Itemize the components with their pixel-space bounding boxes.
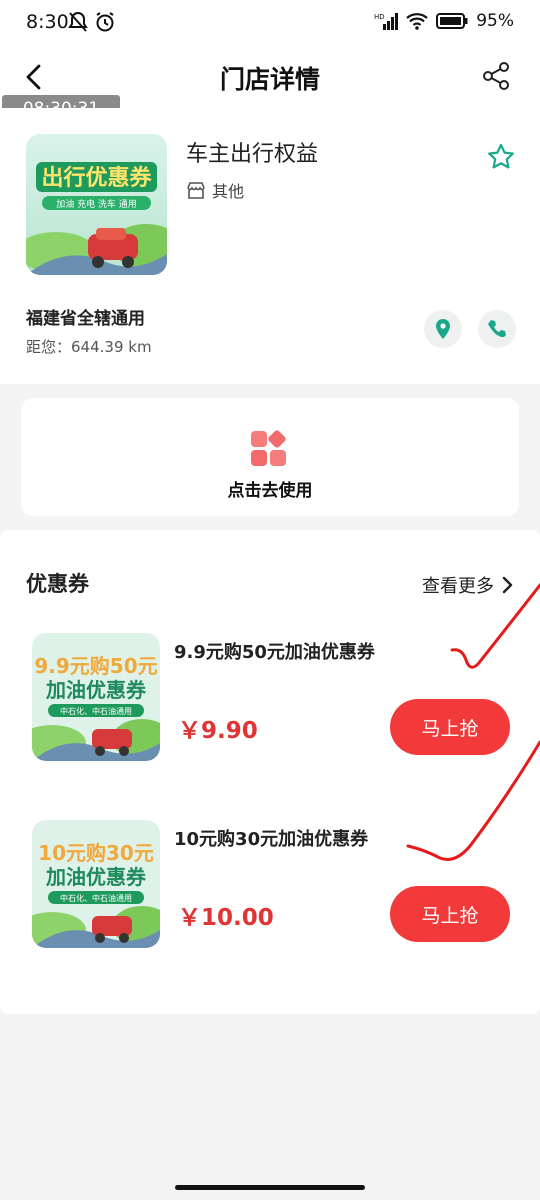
coupon-image-tag: 中石化、中石油通用 [60, 706, 132, 716]
apps-grid-icon [251, 430, 286, 466]
coupon-image-line1: 10元购30元 [38, 841, 154, 865]
use-now-card[interactable]: 点击去使用 [21, 398, 519, 516]
phone-icon [488, 320, 506, 338]
status-time: 8:30 [26, 11, 69, 33]
star-icon[interactable] [486, 142, 516, 172]
home-indicator[interactable] [175, 1185, 365, 1190]
store-icon [187, 182, 205, 199]
status-bar: 8:30 HD 95% [0, 0, 540, 46]
store-name: 车主出行权益 [186, 142, 319, 167]
coupon-image-line2: 加油优惠券 [45, 678, 147, 702]
chevron-right-icon [502, 576, 513, 594]
call-button[interactable] [478, 310, 516, 348]
coupon-image: 9.9元购50元 加油优惠券 中石化、中石油通用 [32, 633, 160, 761]
coupon-title: 9.9元购50元加油优惠券 [174, 642, 375, 663]
store-distance: 距您：644.39 km [26, 338, 152, 356]
coupon-item: 9.9元购50元 加油优惠券 中石化、中石油通用 9.9元购50元加油优惠券 ￥… [0, 633, 540, 773]
bell-muted-icon [68, 11, 88, 32]
view-more-label: 查看更多 [422, 576, 494, 597]
wifi-icon [406, 13, 428, 30]
page-title: 门店详情 [219, 65, 320, 94]
signal-icon: HD [374, 13, 399, 30]
coupons-title: 优惠券 [26, 572, 89, 596]
use-now-label: 点击去使用 [227, 481, 313, 501]
signal-hd-label: HD [374, 13, 385, 21]
coupon-price: ￥10.00 [178, 905, 274, 931]
location-button[interactable] [424, 310, 462, 348]
battery-icon [436, 13, 468, 29]
coupon-image: 10元购30元 加油优惠券 中石化、中石油通用 [32, 820, 160, 948]
battery-percent: 95% [476, 11, 514, 31]
store-image-headline: 出行优惠券 [41, 165, 152, 191]
coupon-title: 10元购30元加油优惠券 [174, 829, 369, 850]
coupons-section: 优惠券 查看更多 9.9元购50元 加油优惠券 中石化、中石油通用 9.9元购5… [0, 530, 540, 1014]
coupon-item: 10元购30元 加油优惠券 中石化、中石油通用 10元购30元加油优惠券 ￥10… [0, 820, 540, 960]
share-icon[interactable] [480, 60, 512, 92]
store-category-label: 其他 [212, 182, 245, 201]
grab-coupon-button[interactable]: 马上抢 [390, 699, 510, 755]
store-region: 福建省全辖通用 [26, 309, 145, 329]
view-more-link[interactable]: 查看更多 [422, 572, 514, 598]
grab-coupon-button[interactable]: 马上抢 [390, 886, 510, 942]
coupon-image-line2: 加油优惠券 [45, 865, 147, 889]
coupon-image-line1: 9.9元购50元 [34, 654, 157, 678]
alarm-icon [96, 12, 114, 32]
store-card: 出行优惠券 加油 充电 洗车 通用 车主出行权益 其他 福建省全辖通用 距您：6… [0, 108, 540, 384]
store-category: 其他 [186, 178, 244, 202]
store-image-tags: 加油 充电 洗车 通用 [56, 198, 137, 210]
map-pin-icon [436, 319, 450, 339]
coupon-price: ￥9.90 [178, 718, 258, 744]
coupon-image-tag: 中石化、中石油通用 [60, 893, 132, 903]
store-image: 出行优惠券 加油 充电 洗车 通用 [26, 134, 167, 275]
